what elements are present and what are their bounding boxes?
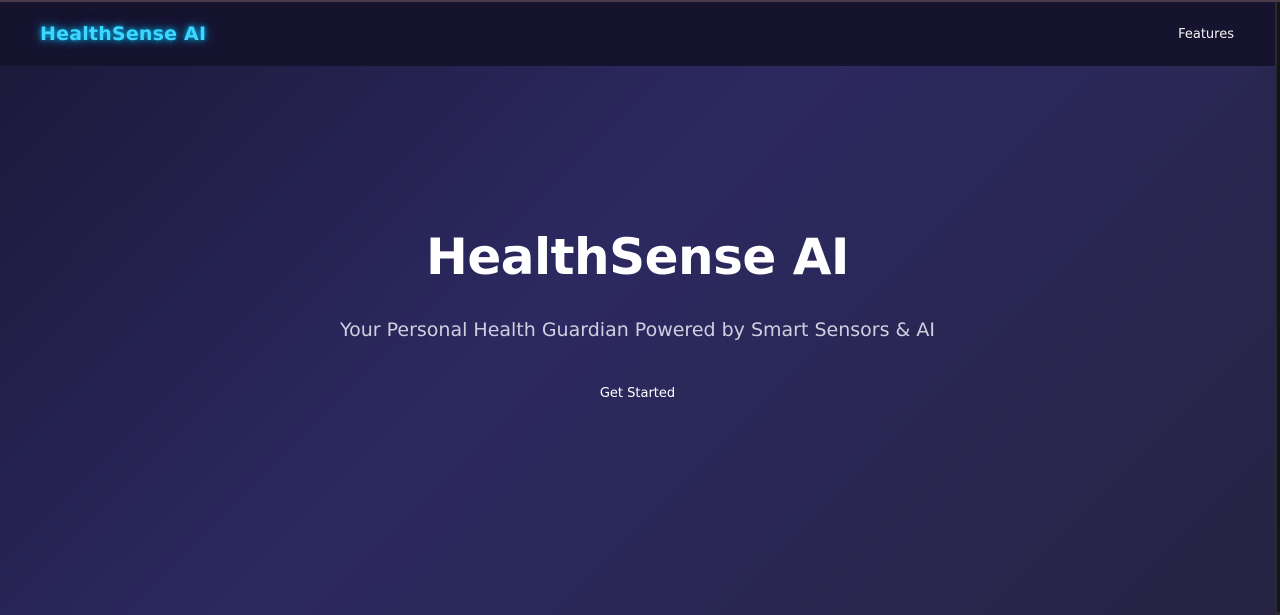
brand-logo-link[interactable]: HealthSense AI [40,23,206,45]
page: HealthSense AI Your Personal Health Guar… [0,0,1280,615]
navbar: HealthSense AI Features [0,2,1275,66]
hero-section: HealthSense AI Your Personal Health Guar… [0,2,1275,615]
nav-link-features[interactable]: Features [1178,27,1234,42]
hero-title: HealthSense AI [425,228,850,286]
get-started-button[interactable]: Get Started [596,386,679,401]
hero-subtitle: Your Personal Health Guardian Powered by… [340,319,935,341]
hero-cta-container: Get Started [0,382,1275,401]
